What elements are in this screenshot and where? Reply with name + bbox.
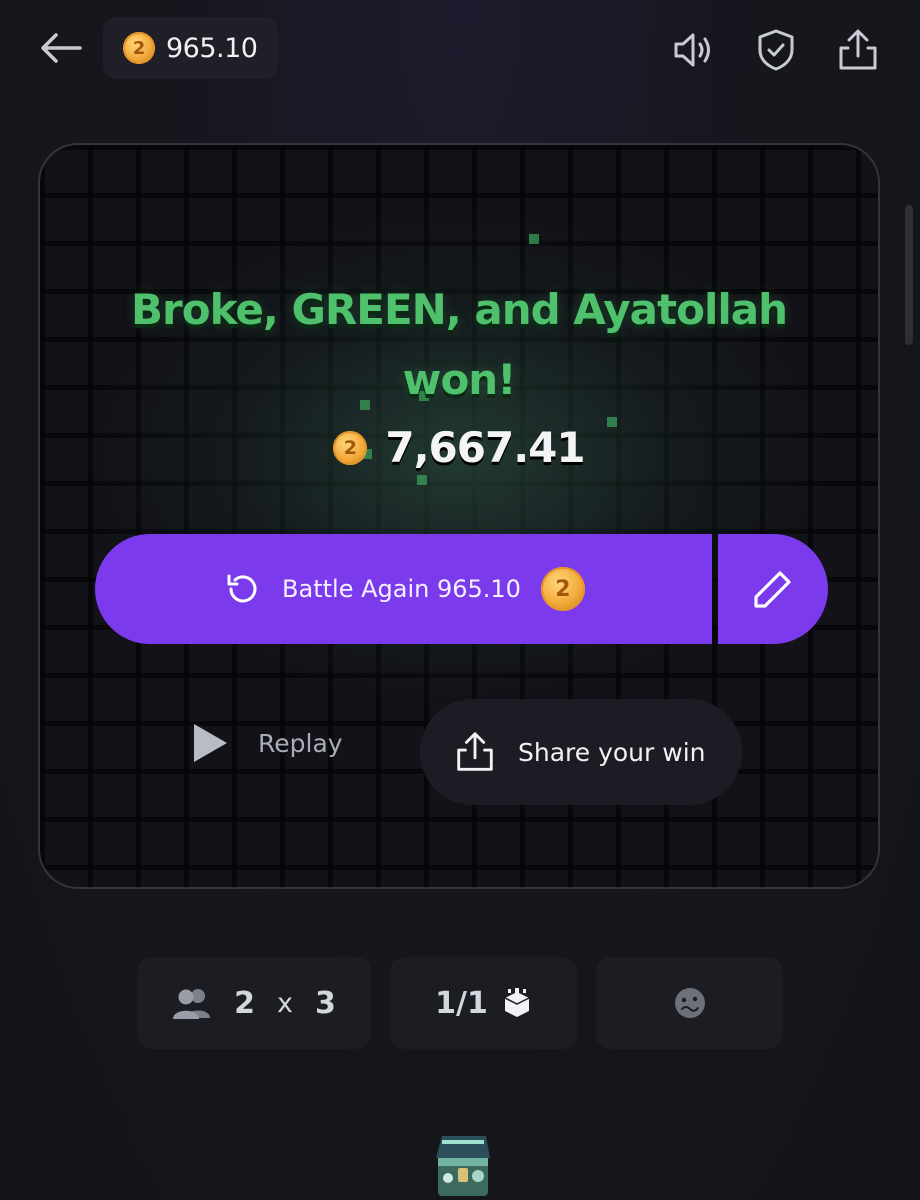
win-amount: 7,667.41 (385, 423, 585, 472)
share-icon (839, 29, 877, 70)
winners-title-line1: Broke, GREEN, and Ayatollah (131, 285, 788, 334)
confetti-pixel (417, 475, 427, 485)
share-win-button[interactable]: Share your win (420, 699, 742, 805)
shield-check-icon (758, 29, 794, 71)
top-bar: 2 965.10 (0, 0, 920, 100)
battle-result-page: 2 965.10 Broke, GREEN, and Ayatollah won… (0, 0, 920, 1200)
balance-value: 965.10 (166, 32, 258, 64)
battle-again-label: Battle Again 965.10 (282, 575, 521, 603)
result-card: Broke, GREEN, and Ayatollah won! 2 7,667… (38, 143, 880, 889)
battle-again-button[interactable]: Battle Again 965.10 2 (95, 534, 712, 644)
share-win-label: Share your win (518, 737, 706, 767)
provably-fair-button[interactable] (752, 26, 800, 74)
scrollbar[interactable] (905, 205, 913, 345)
coin-icon: 2 (540, 567, 585, 611)
share-top-button[interactable] (834, 26, 882, 74)
sound-icon (674, 33, 710, 67)
share-icon (457, 732, 493, 771)
win-amount-row: 2 7,667.41 (40, 423, 878, 472)
players-per-team: 3 (314, 985, 336, 1021)
confetti-pixel (529, 234, 539, 244)
balance-display[interactable]: 2 965.10 (103, 17, 278, 79)
play-icon (194, 724, 227, 762)
pencil-icon (754, 571, 791, 608)
case-box-icon (504, 988, 530, 1017)
replay-label: Replay (258, 728, 343, 758)
battle-mode-stat (596, 957, 783, 1049)
crazy-mode-face-icon (674, 988, 705, 1018)
coin-icon: 2 (123, 32, 155, 64)
users-icon (173, 989, 211, 1019)
cases-progress: 1/1 (435, 985, 488, 1021)
sound-button[interactable] (668, 26, 716, 74)
replay-button[interactable]: Replay (190, 713, 390, 773)
coin-icon: 2 (333, 430, 368, 465)
back-button[interactable] (36, 28, 86, 68)
winners-title-line2: won! (402, 355, 517, 404)
treasure-chest-icon (436, 1136, 490, 1196)
times-sign: x (277, 987, 293, 1019)
team-format-stat: 2 x 3 (137, 957, 371, 1049)
winners-title: Broke, GREEN, and Ayatollah won! (40, 275, 878, 415)
refresh-icon (227, 574, 257, 603)
teams-count: 2 (234, 985, 255, 1021)
back-arrow-icon (41, 33, 82, 63)
cases-progress-stat: 1/1 (390, 957, 577, 1049)
edit-battle-button[interactable] (718, 534, 828, 644)
